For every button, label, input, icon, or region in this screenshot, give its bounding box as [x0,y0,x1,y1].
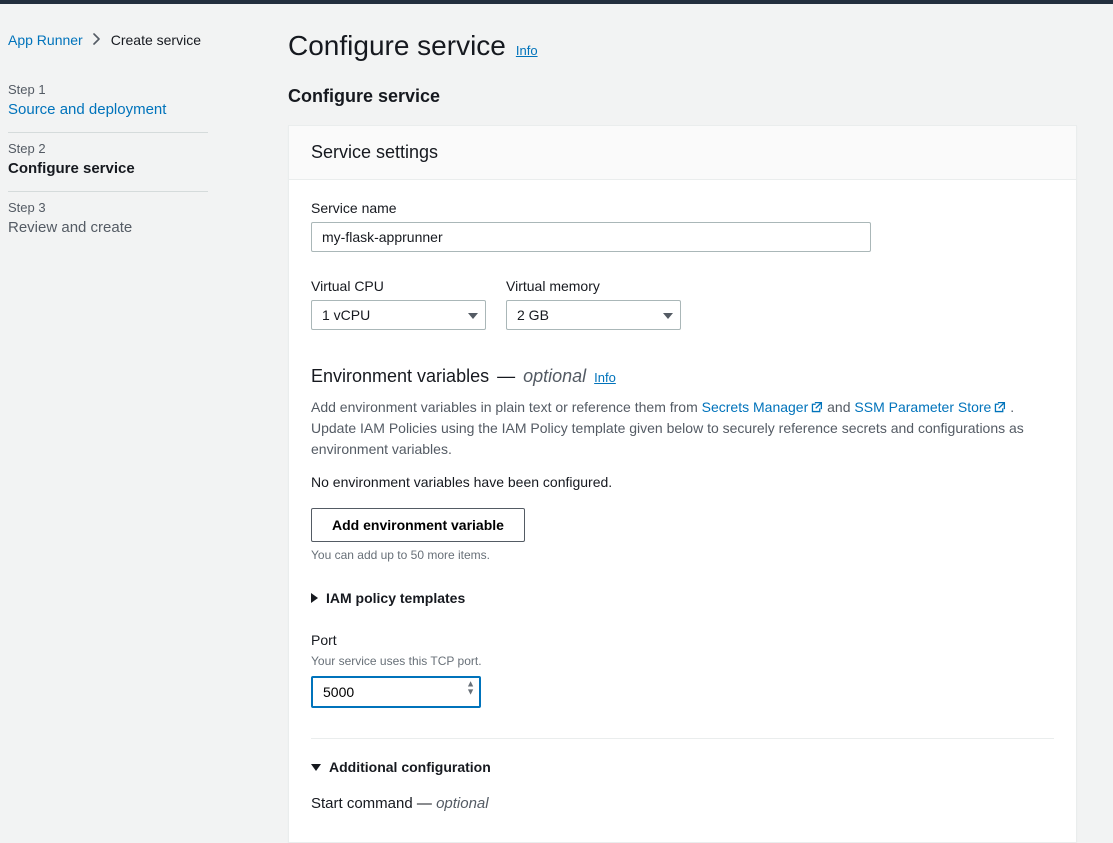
env-vars-empty-state: No environment variables have been confi… [311,474,1054,490]
secrets-manager-link[interactable]: Secrets Manager [702,399,828,415]
service-settings-panel: Service settings Service name Virtual CP… [288,125,1077,843]
service-name-input[interactable] [311,222,871,252]
vmem-field: Virtual memory 2 GB [506,278,681,330]
info-link[interactable]: Info [594,370,616,385]
ssm-parameter-store-link[interactable]: SSM Parameter Store [854,399,1010,415]
expander-label: IAM policy templates [326,590,465,606]
breadcrumb: App Runner Create service [8,32,208,48]
start-command-heading: Start command — optional [311,795,1054,812]
vcpu-select[interactable]: 1 vCPU [311,300,486,330]
step-title: Configure service [8,160,208,177]
external-link-icon [993,399,1006,412]
stepper-down-icon[interactable]: ▼ [466,689,475,696]
additional-configuration-expander[interactable]: Additional configuration [311,759,1054,775]
step-number: Step 3 [8,200,208,215]
page-title: Configure service Info [288,30,1077,62]
breadcrumb-root-link[interactable]: App Runner [8,32,83,48]
port-help: Your service uses this TCP port. [311,654,1054,668]
help-text-pre: Add environment variables in plain text … [311,399,702,415]
help-text-mid: and [827,399,854,415]
chevron-right-icon [93,33,101,48]
link-text: SSM Parameter Store [854,399,991,415]
main-content: Configure service Info Configure service… [288,22,1093,843]
wizard-step-3: Step 3 Review and create [8,192,208,250]
panel-header: Service settings [289,126,1076,180]
triangle-down-icon [311,764,321,771]
optional-label: optional [523,366,586,387]
env-vars-heading: Environment variables — optional Info [311,366,1054,387]
dash: — [497,366,515,387]
vcpu-label: Virtual CPU [311,278,486,294]
divider [311,738,1054,739]
page-title-text: Configure service [288,30,506,62]
vmem-label: Virtual memory [506,278,681,294]
external-link-icon [810,399,823,412]
add-env-var-button[interactable]: Add environment variable [311,508,525,542]
section-heading: Configure service [288,86,1077,107]
env-vars-limit-help: You can add up to 50 more items. [311,548,1054,562]
link-text: Secrets Manager [702,399,809,415]
step-number: Step 1 [8,82,208,97]
port-field: Port Your service uses this TCP port. ▲ … [311,632,1054,708]
step-number: Step 2 [8,141,208,156]
start-command-label: Start command [311,795,413,812]
expander-label: Additional configuration [329,759,491,775]
step-title: Source and deployment [8,101,208,118]
vcpu-field: Virtual CPU 1 vCPU [311,278,486,330]
service-name-label: Service name [311,200,1054,216]
number-stepper[interactable]: ▲ ▼ [466,681,475,696]
env-vars-heading-text: Environment variables [311,366,489,387]
wizard-sidebar: App Runner Create service Step 1 Source … [8,22,208,843]
vmem-select[interactable]: 2 GB [506,300,681,330]
iam-policy-templates-expander[interactable]: IAM policy templates [311,590,1054,606]
wizard-step-2: Step 2 Configure service [8,133,208,192]
wizard-step-1[interactable]: Step 1 Source and deployment [8,74,208,133]
port-label: Port [311,632,1054,648]
env-vars-help: Add environment variables in plain text … [311,397,1054,460]
triangle-right-icon [311,593,318,603]
port-input[interactable] [311,676,481,708]
info-link[interactable]: Info [516,43,538,58]
breadcrumb-current: Create service [111,32,201,48]
optional-label: optional [436,795,489,812]
step-title: Review and create [8,219,208,236]
